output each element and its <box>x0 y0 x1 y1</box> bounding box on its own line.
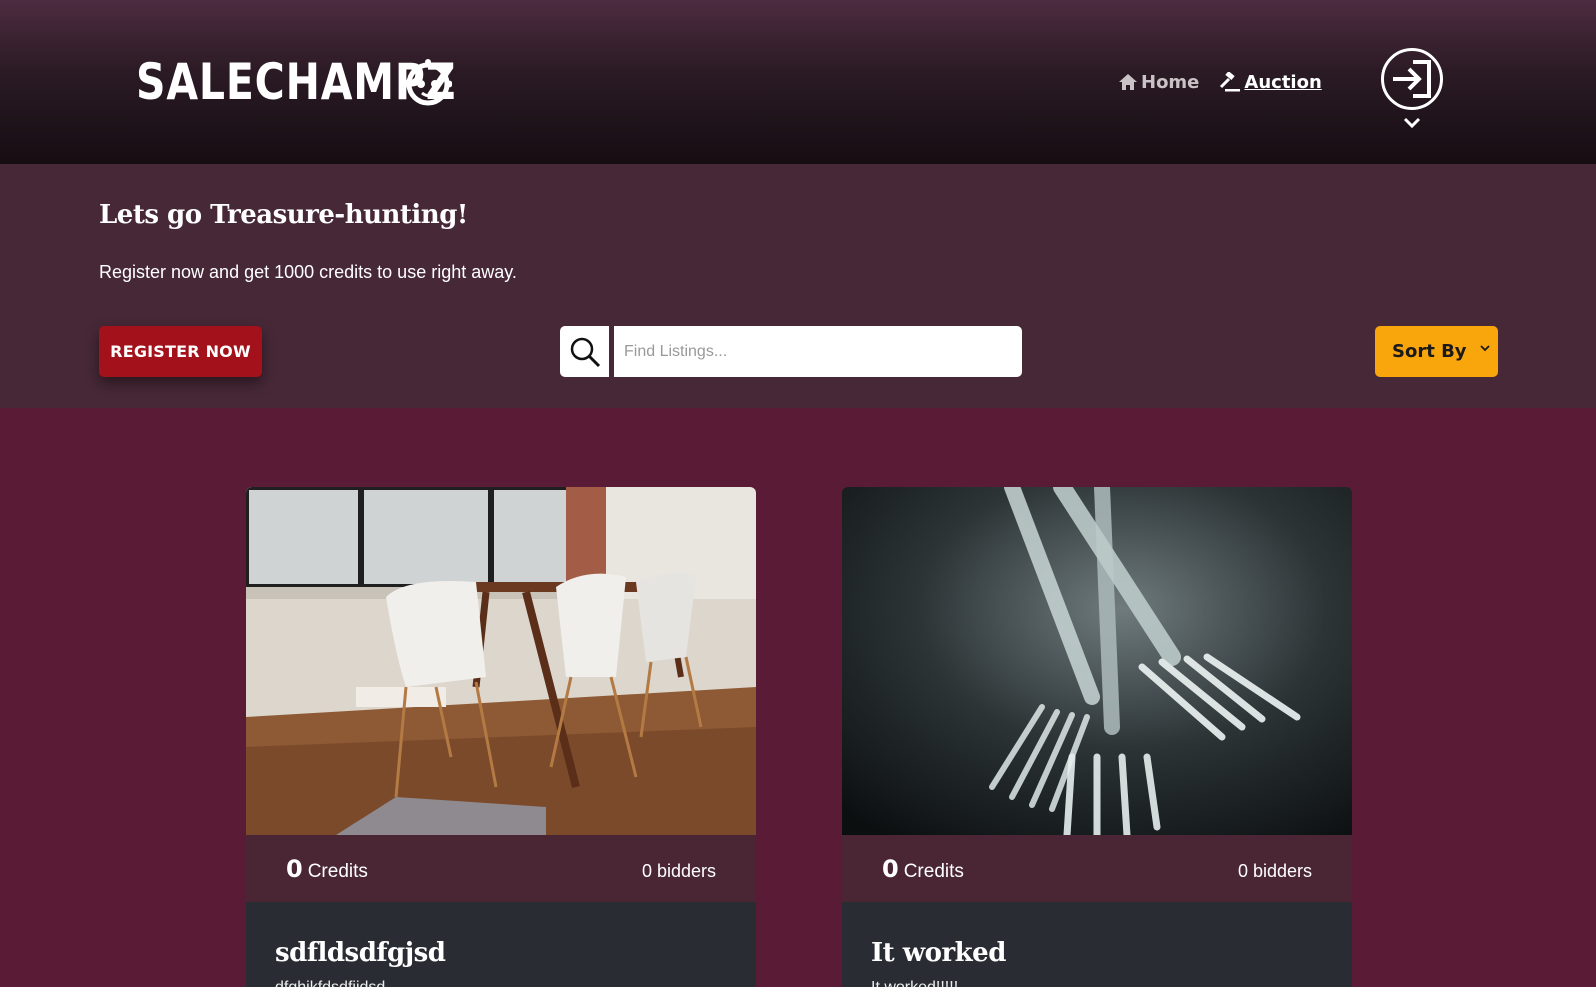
hero-title: Lets go Treasure-hunting! <box>99 200 468 230</box>
nav-home-label: Home <box>1141 71 1200 93</box>
site-header: SALECHAMPZ Home Auction <box>0 0 1596 164</box>
listing-title[interactable]: It worked <box>871 938 1006 968</box>
sign-in-icon <box>1393 60 1431 98</box>
sort-by-label: Sort By <box>1392 341 1467 362</box>
listing-bidders: 0 bidders <box>641 861 716 881</box>
login-button[interactable] <box>1381 48 1443 110</box>
baby-face-icon <box>404 59 452 106</box>
listing-credits: 0 Credits <box>882 855 964 883</box>
credits-value: 0 <box>286 855 303 883</box>
listing-image[interactable] <box>246 487 756 835</box>
listing-body: sdfldsdfgjsd dfghjkfdsdfjjdsd <box>246 902 756 987</box>
home-icon <box>1119 74 1137 90</box>
credits-value: 0 <box>882 855 899 883</box>
credits-label: Credits <box>307 861 368 882</box>
listing-body: It worked It worked!!!!! <box>842 902 1352 987</box>
listing-stats: 0 Credits 0 bidders <box>246 835 756 902</box>
forks-photo <box>842 487 1352 835</box>
listing-stats: 0 Credits 0 bidders <box>842 835 1352 902</box>
credits-label: Credits <box>903 861 964 882</box>
listing-card[interactable]: 0 Credits 0 bidders It worked It worked!… <box>842 487 1352 987</box>
register-button[interactable]: REGISTER NOW <box>99 326 262 377</box>
chevron-down-icon[interactable] <box>1403 117 1421 129</box>
nav-home[interactable]: Home <box>1118 72 1199 93</box>
nav-auction[interactable]: Auction <box>1219 71 1322 93</box>
brand-logo[interactable]: SALECHAMPZ <box>136 54 527 110</box>
caret-down-icon <box>1480 345 1490 352</box>
hero-subtitle: Register now and get 1000 credits to use… <box>99 262 517 282</box>
listing-title[interactable]: sdfldsdfgjsd <box>275 938 446 968</box>
listing-card[interactable]: 0 Credits 0 bidders sdfldsdfgjsd dfghjkf… <box>246 487 756 987</box>
listing-bidders: 0 bidders <box>1237 861 1312 881</box>
sort-by-select[interactable]: Sort By <box>1375 326 1498 377</box>
gavel-icon <box>1220 72 1241 92</box>
nav-auction-label: Auction <box>1244 71 1322 93</box>
listing-image[interactable] <box>842 487 1352 835</box>
dining-room-chairs-photo <box>246 487 756 835</box>
search-button[interactable] <box>560 326 609 377</box>
listing-description: It worked!!!!! <box>871 979 958 987</box>
listing-credits: 0 Credits <box>286 855 368 883</box>
search-input[interactable] <box>614 326 1022 377</box>
listing-description: dfghjkfdsdfjjdsd <box>275 979 385 987</box>
main-nav: Home Auction <box>1118 70 1322 94</box>
search-icon <box>570 337 600 367</box>
